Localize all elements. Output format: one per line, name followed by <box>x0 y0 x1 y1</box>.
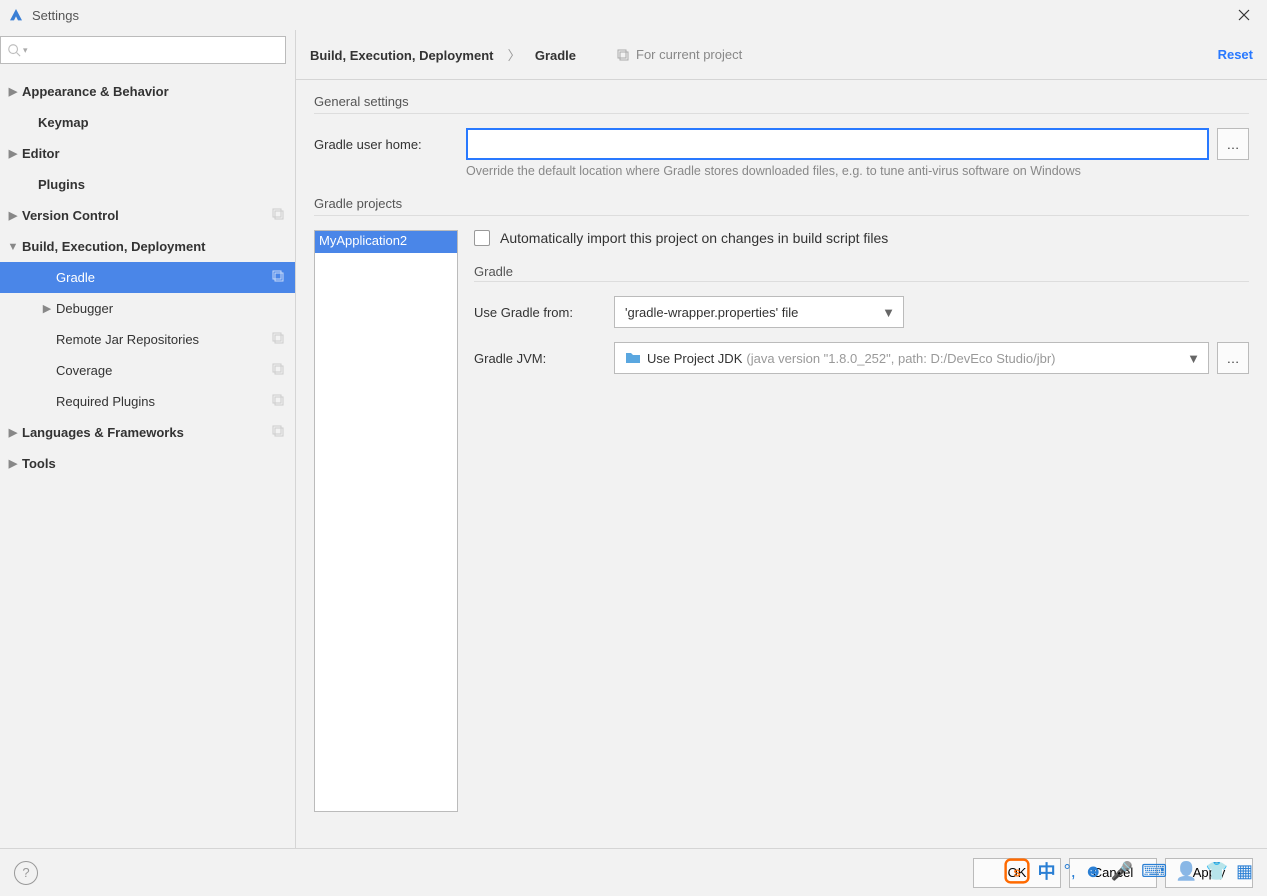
settings-tree: ▶Appearance & BehaviorKeymap▶EditorPlugi… <box>0 70 295 479</box>
ime-smile-icon[interactable]: ☻ <box>1084 861 1103 882</box>
project-list[interactable]: MyApplication2 <box>314 230 458 812</box>
chevron-down-icon: ▼ <box>882 305 895 320</box>
tree-item-build-execution-deployment[interactable]: ▼Build, Execution, Deployment <box>0 231 295 262</box>
auto-import-label: Automatically import this project on cha… <box>500 230 888 246</box>
for-current-project: For current project <box>616 47 742 62</box>
ellipsis-icon: … <box>1227 351 1240 366</box>
content-body: General settings Gradle user home: … Ove… <box>296 80 1267 848</box>
gradle-jvm-value: Use Project JDK <box>647 351 742 366</box>
gradle-jvm-label: Gradle JVM: <box>474 351 614 366</box>
divider <box>474 281 1249 282</box>
copy-icon <box>271 424 285 441</box>
tree-item-keymap[interactable]: Keymap <box>0 107 295 138</box>
copy-icon <box>271 393 285 410</box>
ellipsis-icon: … <box>1227 137 1240 152</box>
ime-punct-icon[interactable]: °, <box>1064 861 1076 882</box>
close-button[interactable] <box>1229 0 1259 30</box>
copy-icon <box>271 362 285 379</box>
use-gradle-from-value: 'gradle-wrapper.properties' file <box>625 305 798 320</box>
tree-item-editor[interactable]: ▶Editor <box>0 138 295 169</box>
project-detail: Automatically import this project on cha… <box>474 230 1249 812</box>
sogou-icon: S <box>1004 858 1030 884</box>
copy-icon <box>271 331 285 348</box>
copy-icon <box>271 207 285 224</box>
auto-import-checkbox[interactable] <box>474 230 490 246</box>
tree-item-gradle[interactable]: Gradle <box>0 262 295 293</box>
ime-user-icon[interactable]: 👤 <box>1175 861 1197 882</box>
jvm-browse-button[interactable]: … <box>1217 342 1249 374</box>
tree-item-remote-jar-repositories[interactable]: Remote Jar Repositories <box>0 324 295 355</box>
search-icon <box>7 43 21 57</box>
tree-item-version-control[interactable]: ▶Version Control <box>0 200 295 231</box>
search-input[interactable]: ▾ <box>0 36 286 64</box>
window-title: Settings <box>32 8 1229 23</box>
sidebar: ▾ ▶Appearance & BehaviorKeymap▶EditorPlu… <box>0 30 296 848</box>
tree-item-required-plugins[interactable]: Required Plugins <box>0 386 295 417</box>
close-icon <box>1238 9 1250 21</box>
content-panel: Build, Execution, Deployment 〉 Gradle Fo… <box>296 30 1267 848</box>
folder-icon <box>625 351 641 365</box>
help-icon: ? <box>22 865 29 880</box>
divider <box>314 215 1249 216</box>
ime-shirt-icon[interactable]: 👕 <box>1206 861 1228 882</box>
tree-item-languages-frameworks[interactable]: ▶Languages & Frameworks <box>0 417 295 448</box>
search-dropdown-icon: ▾ <box>23 45 28 56</box>
content-header: Build, Execution, Deployment 〉 Gradle Fo… <box>296 30 1267 80</box>
tree-item-coverage[interactable]: Coverage <box>0 355 295 386</box>
ime-keyboard-icon[interactable]: ⌨ <box>1141 861 1167 882</box>
help-button[interactable]: ? <box>14 861 38 885</box>
browse-button[interactable]: … <box>1217 128 1249 160</box>
general-settings-title: General settings <box>314 94 1249 109</box>
breadcrumb-separator-icon: 〉 <box>508 48 521 63</box>
project-list-item[interactable]: MyApplication2 <box>315 231 457 253</box>
chevron-down-icon: ▼ <box>1187 351 1200 366</box>
gradle-user-home-label: Gradle user home: <box>314 137 466 152</box>
use-gradle-from-select[interactable]: 'gradle-wrapper.properties' file ▼ <box>614 296 904 328</box>
reset-link[interactable]: Reset <box>1218 47 1253 62</box>
ime-lang[interactable]: 中 <box>1038 858 1056 884</box>
ime-mic-icon[interactable]: 🎤 <box>1111 861 1133 882</box>
copy-icon <box>616 48 630 62</box>
gradle-user-home-input[interactable] <box>466 128 1209 160</box>
breadcrumb-child: Gradle <box>535 48 576 63</box>
gradle-user-home-hint: Override the default location where Grad… <box>314 164 1249 178</box>
tree-item-tools[interactable]: ▶Tools <box>0 448 295 479</box>
copy-icon <box>271 269 285 286</box>
gradle-subsection-title: Gradle <box>474 264 1249 279</box>
gradle-jvm-detail: (java version "1.8.0_252", path: D:/DevE… <box>746 351 1055 366</box>
gradle-jvm-select[interactable]: Use Project JDK (java version "1.8.0_252… <box>614 342 1209 374</box>
breadcrumb-parent: Build, Execution, Deployment <box>310 48 493 63</box>
tree-item-plugins[interactable]: Plugins <box>0 169 295 200</box>
app-icon <box>8 7 24 23</box>
title-bar: Settings <box>0 0 1267 30</box>
ime-grid-icon[interactable]: ▦ <box>1236 861 1253 882</box>
ime-tray: S 中 °, ☻ 🎤 ⌨ 👤 👕 ▦ <box>1004 858 1253 884</box>
gradle-projects-title: Gradle projects <box>314 196 1249 211</box>
svg-text:S: S <box>1013 868 1020 880</box>
use-gradle-from-label: Use Gradle from: <box>474 305 614 320</box>
tree-item-debugger[interactable]: ▶Debugger <box>0 293 295 324</box>
breadcrumb: Build, Execution, Deployment 〉 Gradle <box>310 45 576 64</box>
divider <box>314 113 1249 114</box>
tree-item-appearance-behavior[interactable]: ▶Appearance & Behavior <box>0 76 295 107</box>
